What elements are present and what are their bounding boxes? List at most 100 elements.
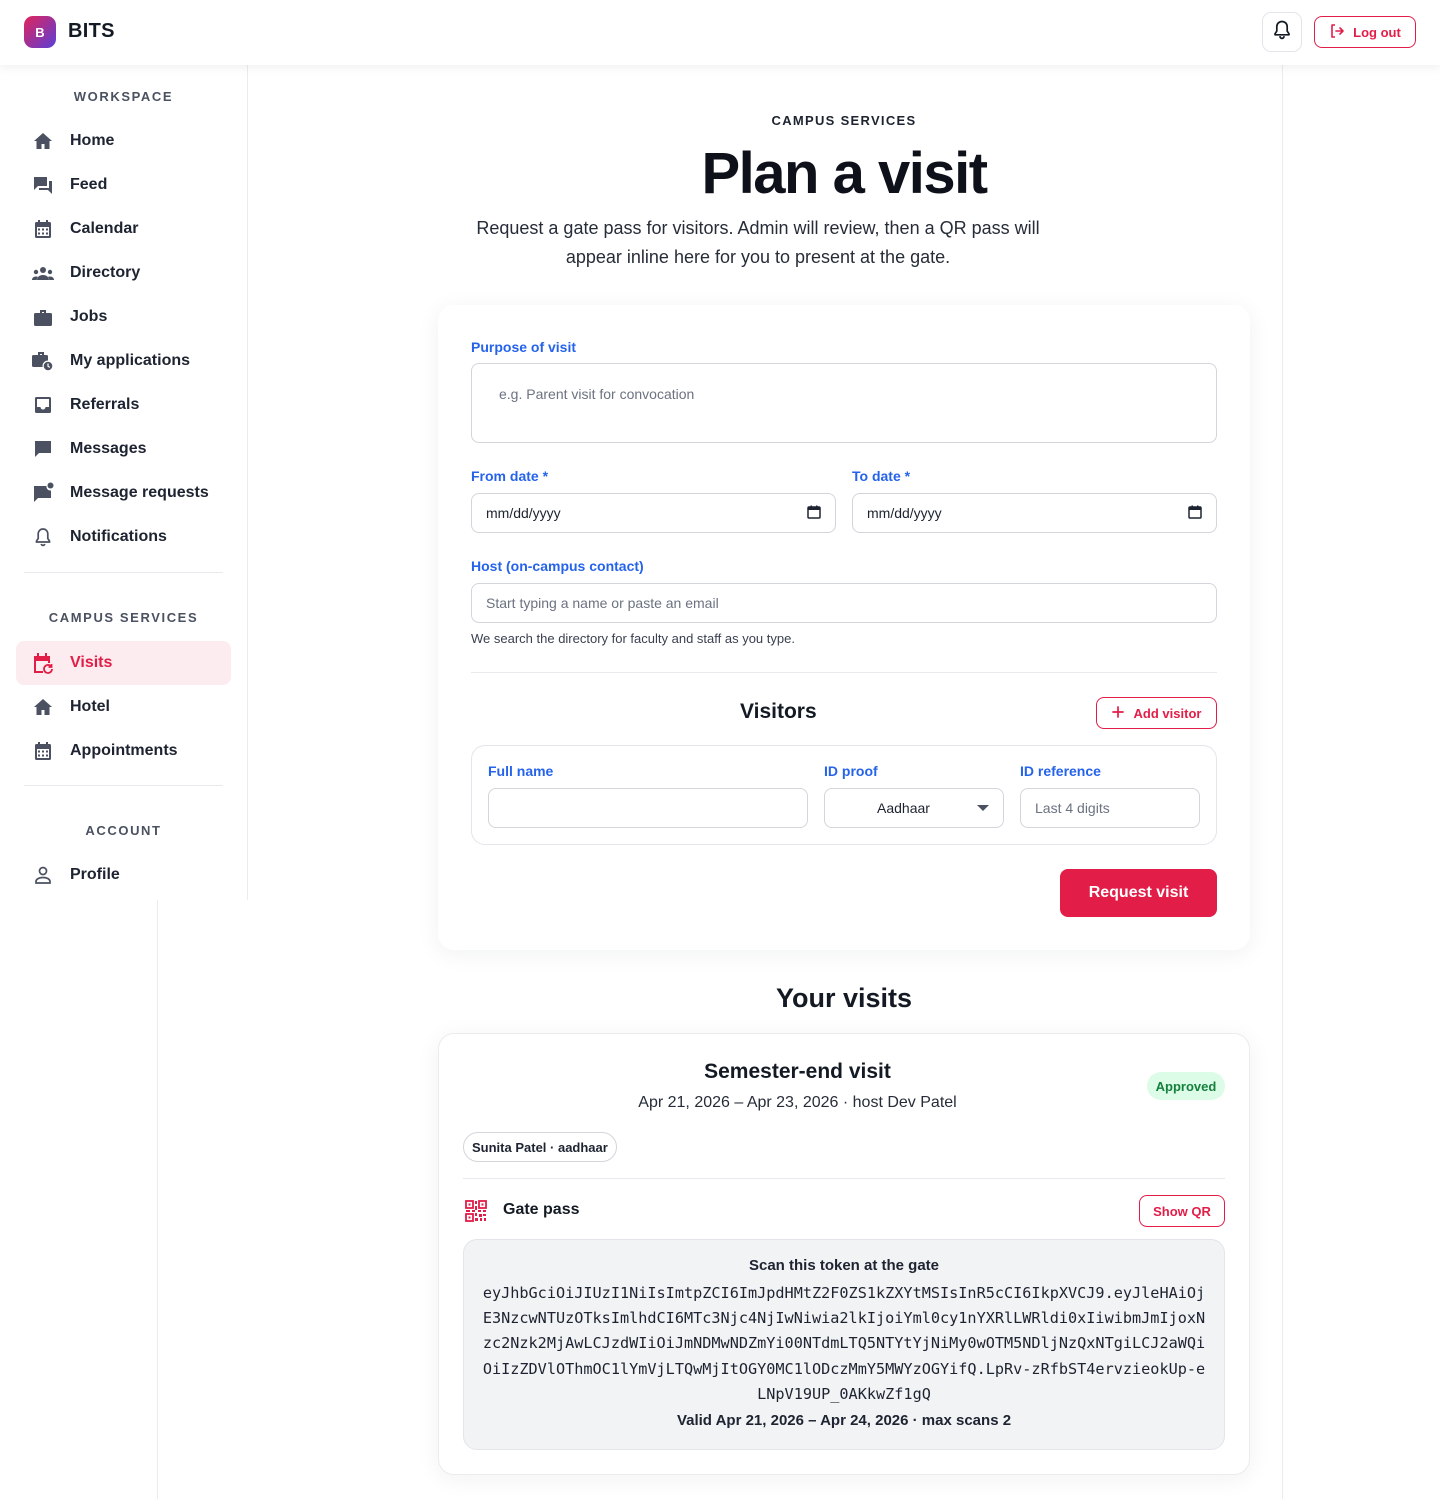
page-eyebrow: CAMPUS SERVICES [771, 113, 917, 128]
logo-badge[interactable]: B [24, 16, 56, 48]
token-validity: Valid Apr 21, 2026 – Apr 24, 2026 · max … [676, 1412, 1012, 1429]
sidebar-item-label: Feed [70, 176, 108, 193]
visitor-chip: Sunita Patel · aadhaar [463, 1132, 617, 1162]
section-heading-workspace: WORKSPACE [73, 89, 174, 104]
sidebar-item-notifications[interactable]: Notifications [16, 515, 231, 559]
inbox-icon [32, 394, 54, 416]
sidebar-item-referrals[interactable]: Referrals [16, 383, 231, 427]
sidebar-item-visits[interactable]: Visits [16, 641, 231, 685]
host-hint: We search the directory for faculty and … [471, 631, 795, 646]
person-icon [32, 864, 54, 886]
to-date-input[interactable]: mm/dd/yyyy [852, 493, 1217, 533]
qr-code-icon [465, 1200, 487, 1227]
gate-pass-label: Gate pass [503, 1201, 580, 1218]
sidebar-item-label: Appointments [70, 742, 178, 759]
sidebar-item-label: Profile [70, 866, 120, 883]
work-history-icon [32, 350, 54, 372]
calendar-icon [32, 218, 54, 240]
to-date-label: To date * [852, 468, 911, 484]
chat-icon [32, 438, 54, 460]
logout-button[interactable]: Log out [1314, 16, 1416, 48]
section-heading-account: ACCOUNT [85, 823, 162, 838]
sidebar-item-calendar[interactable]: Calendar [16, 207, 231, 251]
sidebar-item-label: Home [70, 132, 115, 149]
sidebar-item-label: Directory [70, 264, 141, 281]
calendar-icon [32, 740, 54, 762]
sidebar-item-label: Message requests [70, 484, 209, 501]
chevron-down-icon [977, 805, 989, 811]
add-visitor-label: Add visitor [1133, 705, 1202, 721]
sidebar-item-feed[interactable]: Feed [16, 163, 231, 207]
logout-label: Log out [1353, 24, 1401, 40]
id-reference-input[interactable]: Last 4 digits [1020, 788, 1200, 828]
bell-icon [1273, 20, 1291, 45]
event-repeat-icon [32, 652, 54, 674]
visit-request-form: Purpose of visit e.g. Parent visit for c… [438, 305, 1250, 950]
sidebar-divider [24, 785, 223, 786]
add-visitor-button[interactable]: Add visitor [1096, 697, 1217, 729]
brand-name[interactable]: BITS [68, 20, 115, 43]
mark-chat-unread-icon [32, 482, 54, 504]
sidebar-item-my-applications[interactable]: My applications [16, 339, 231, 383]
top-bar: B BITS Log out [0, 0, 1440, 65]
sidebar-item-label: Referrals [70, 396, 140, 413]
bell-icon [32, 526, 54, 548]
token-heading: Scan this token at the gate [748, 1257, 940, 1274]
from-date-value: mm/dd/yyyy [486, 505, 561, 521]
to-date-value: mm/dd/yyyy [867, 505, 942, 521]
briefcase-icon [32, 306, 54, 328]
sidebar-item-appointments[interactable]: Appointments [16, 729, 231, 773]
home-icon [32, 696, 54, 718]
host-placeholder: Start typing a name or paste an email [486, 595, 719, 611]
sidebar-item-label: Messages [70, 440, 147, 457]
sidebar-item-hotel[interactable]: Hotel [16, 685, 231, 729]
forum-icon [32, 174, 54, 196]
full-name-input[interactable] [488, 788, 808, 828]
host-label: Host (on-campus contact) [471, 558, 644, 574]
page-subtitle: Request a gate pass for visitors. Admin … [476, 218, 1040, 267]
purpose-placeholder: e.g. Parent visit for convocation [499, 386, 695, 402]
request-visit-button[interactable]: Request visit [1060, 869, 1217, 917]
sidebar-item-label: Calendar [70, 220, 139, 237]
sidebar-item-label: Visits [70, 654, 113, 671]
id-proof-select[interactable]: Aadhaar [824, 788, 1004, 828]
visit-card: Semester-end visit Apr 21, 2026 – Apr 23… [438, 1033, 1250, 1475]
sidebar-item-label: Notifications [70, 528, 167, 545]
your-visits-heading: Your visits [775, 983, 913, 1013]
id-proof-value: Aadhaar [877, 800, 930, 816]
from-date-input[interactable]: mm/dd/yyyy [471, 493, 836, 533]
sidebar-item-jobs[interactable]: Jobs [16, 295, 231, 339]
groups-icon [32, 262, 54, 284]
logout-icon [1329, 23, 1345, 42]
status-badge: Approved [1147, 1072, 1225, 1100]
id-proof-label: ID proof [824, 763, 878, 779]
visit-meta: Apr 21, 2026 – Apr 23, 2026 · host Dev P… [638, 1094, 957, 1111]
id-reference-placeholder: Last 4 digits [1035, 800, 1110, 816]
sidebar-item-home[interactable]: Home [16, 119, 231, 163]
layout-rule [1282, 65, 1283, 1499]
card-divider [463, 1178, 1225, 1179]
sidebar-item-message-requests[interactable]: Message requests [16, 471, 231, 515]
sidebar-item-label: My applications [70, 352, 191, 369]
sidebar-item-directory[interactable]: Directory [16, 251, 231, 295]
calendar-picker-icon[interactable] [1188, 505, 1202, 522]
layout-rule [157, 900, 158, 1499]
home-icon [32, 130, 54, 152]
calendar-picker-icon[interactable] [807, 505, 821, 522]
host-search-input[interactable]: Start typing a name or paste an email [471, 583, 1217, 623]
form-divider [471, 672, 1217, 673]
purpose-label: Purpose of visit [471, 339, 577, 355]
sidebar-item-label: Hotel [70, 698, 110, 715]
sidebar-item-messages[interactable]: Messages [16, 427, 231, 471]
purpose-textarea[interactable]: e.g. Parent visit for convocation [471, 363, 1217, 443]
sidebar-item-profile[interactable]: Profile [16, 853, 231, 897]
id-reference-label: ID reference [1020, 763, 1101, 779]
show-qr-button[interactable]: Show QR [1139, 1195, 1225, 1227]
visitor-entry: Full name ID proof Aadhaar ID reference … [471, 745, 1217, 845]
gate-token: eyJhbGciOiJIUzI1NiIsImtpZCI6ImJpdHMtZ2F0… [482, 1284, 1206, 1403]
notifications-button[interactable] [1262, 12, 1302, 52]
token-panel: Scan this token at the gate eyJhbGciOiJI… [463, 1239, 1225, 1450]
plus-icon [1111, 705, 1124, 721]
sidebar: WORKSPACE Home Feed Calendar Directory J… [0, 65, 248, 900]
full-name-label: Full name [488, 763, 554, 779]
